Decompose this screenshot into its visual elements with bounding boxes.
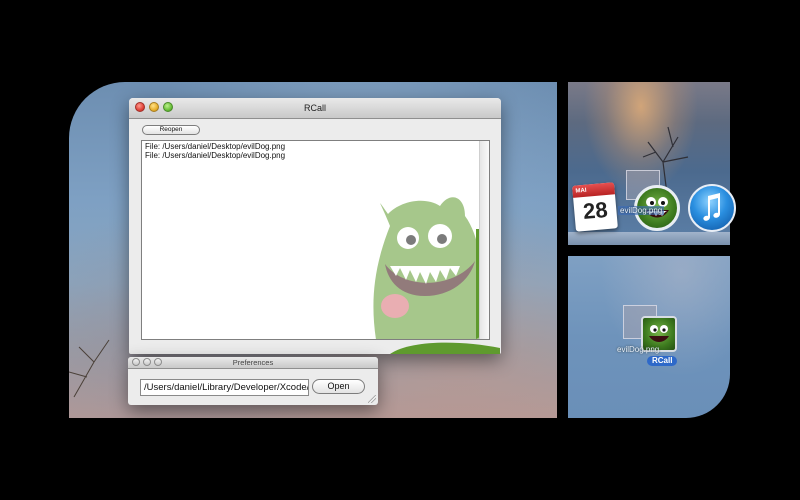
log-line: File: /Users/daniel/Desktop/evilDog.png (145, 151, 286, 160)
resize-grip[interactable] (368, 395, 376, 403)
itunes-icon[interactable] (688, 184, 736, 232)
preferences-titlebar[interactable]: Preferences (128, 357, 378, 369)
open-button[interactable]: Open (312, 379, 365, 394)
log-text-area[interactable]: File: /Users/daniel/Desktop/evilDog.png … (141, 140, 490, 340)
preferences-window: Preferences /Users/daniel/Library/Develo… (128, 357, 378, 405)
calendar-icon[interactable]: MAI 28 (572, 182, 620, 234)
window-title: RCall (303, 103, 326, 113)
monster-illustration (373, 197, 482, 339)
calendar-day: 28 (582, 196, 609, 225)
rcall-app-label: RCall (647, 356, 678, 366)
window-title: Preferences (232, 358, 274, 367)
dragged-file-label: evilDog.png (617, 345, 660, 354)
rcall-titlebar[interactable]: RCall (129, 98, 501, 119)
log-scrollbar[interactable] (479, 141, 489, 339)
reopen-button[interactable]: Reopen (142, 125, 200, 135)
monster-body-decoration (390, 342, 500, 354)
music-note-icon (703, 193, 720, 221)
twig-decoration (69, 339, 110, 398)
log-line: File: /Users/daniel/Desktop/evilDog.png (145, 142, 286, 151)
path-input[interactable]: /Users/daniel/Library/Developer/Xcode/ (140, 379, 309, 396)
rcall-window: RCall Reopen File: /Users/daniel/Desktop… (129, 98, 501, 354)
dragged-file-label: evilDog.png (618, 206, 665, 215)
